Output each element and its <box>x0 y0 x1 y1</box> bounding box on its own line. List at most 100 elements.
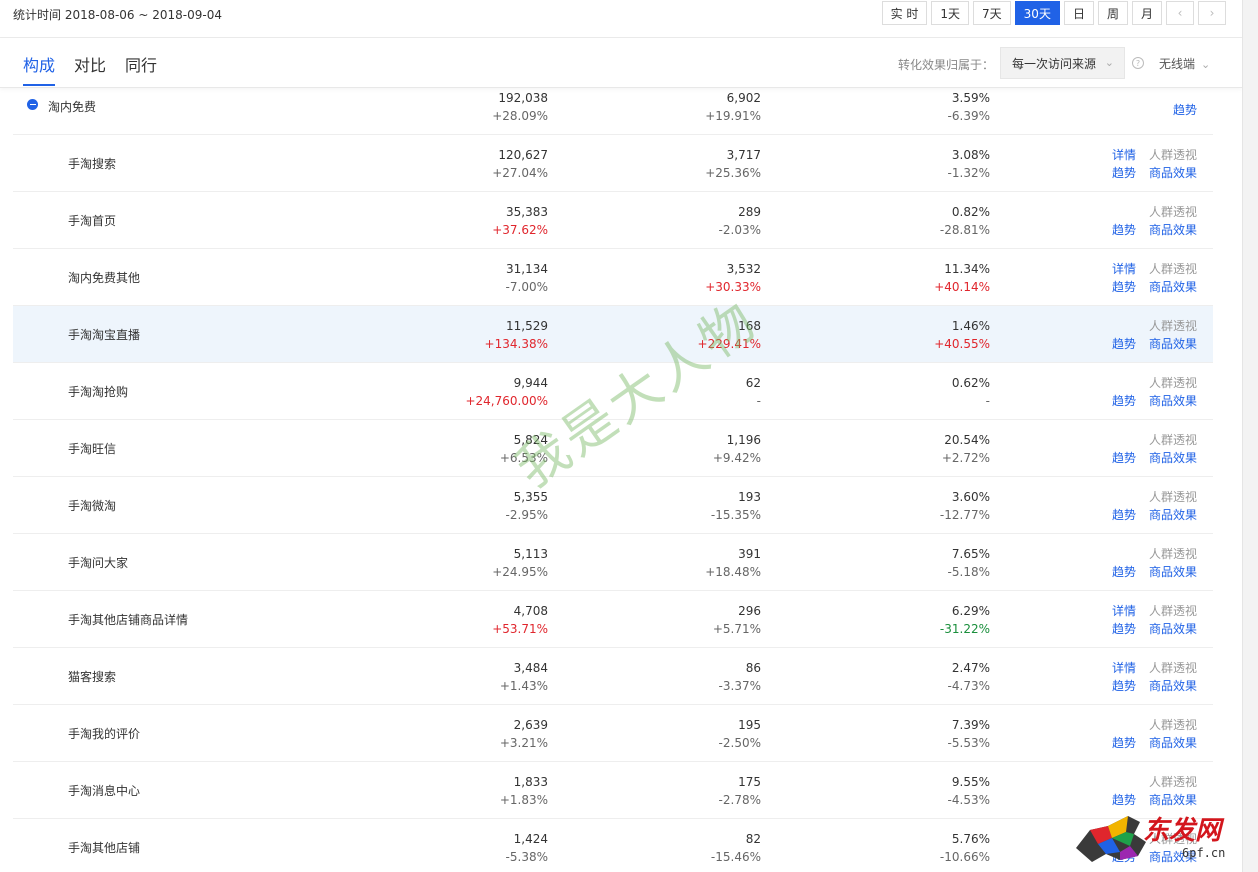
metric-cell: 7.65% -5.18% <box>948 545 990 581</box>
metric-cell: 0.62% - <box>952 374 990 410</box>
metric-cell: 62 - <box>746 374 761 410</box>
trend-link[interactable]: 趋势 <box>1112 620 1136 638</box>
chevron-right-icon[interactable]: › <box>1198 1 1226 25</box>
metric-cell: 31,134 -7.00% <box>506 260 548 296</box>
goods-effect-link[interactable]: 商品效果 <box>1149 392 1197 410</box>
metric-value: 6,902 <box>726 91 761 105</box>
metric-value: 11.34% <box>944 262 990 276</box>
metric-change: +1.83% <box>499 793 548 807</box>
row-actions: 趋势 <box>1077 97 1197 133</box>
row-actions: 详情 人群透视 趋势 商品效果 <box>1077 659 1197 695</box>
metric-value: 168 <box>738 319 761 333</box>
trend-link[interactable]: 趋势 <box>1112 164 1136 182</box>
metric-value: 289 <box>738 205 761 219</box>
goods-effect-link[interactable]: 商品效果 <box>1149 164 1197 182</box>
metric-value: 3,717 <box>726 148 761 162</box>
range-button[interactable]: 日 <box>1063 1 1094 25</box>
goods-effect-link[interactable]: 商品效果 <box>1149 506 1197 524</box>
range-button[interactable]: 30天 <box>1014 1 1060 25</box>
trend-link[interactable]: 趋势 <box>1112 221 1136 239</box>
crowd-link[interactable]: 人群透视 <box>1149 431 1197 449</box>
tab[interactable]: 对比 <box>74 52 106 86</box>
metric-change: +5.71% <box>712 622 761 636</box>
trend-link[interactable]: 趋势 <box>1112 449 1136 467</box>
metric-change: +40.55% <box>934 337 990 351</box>
metric-change: +25.36% <box>705 166 761 180</box>
crowd-link[interactable]: 人群透视 <box>1149 716 1197 734</box>
crowd-link[interactable]: 人群透视 <box>1149 659 1197 677</box>
trend-link[interactable]: 趋势 <box>1112 392 1136 410</box>
range-button[interactable]: 月 <box>1131 1 1162 25</box>
metric-value: 296 <box>738 604 761 618</box>
range-button[interactable]: 周 <box>1097 1 1128 25</box>
crowd-link[interactable]: 人群透视 <box>1149 203 1197 221</box>
metric-change: -5.18% <box>947 565 990 579</box>
source-name: 手淘其他店铺商品详情 <box>68 613 189 627</box>
metric-cell: 20.54% +2.72% <box>942 431 990 467</box>
help-icon[interactable]: ? <box>1132 57 1144 69</box>
table-row: 手淘消息中心 1,833 +1.83% 175 -2.78% 9.55% -4.53% 人群透… <box>13 762 1213 819</box>
device-select[interactable]: 无线端 ⌄ <box>1159 55 1210 72</box>
crowd-link[interactable]: 人群透视 <box>1149 146 1197 164</box>
metric-value: 35,383 <box>506 205 548 219</box>
metric-cell: 5,113 +24.95% <box>492 545 548 581</box>
metric-change: -15.46% <box>710 850 761 864</box>
metric-value: 7.39% <box>951 718 990 732</box>
detail-link[interactable]: 详情 <box>1112 146 1136 164</box>
trend-link[interactable]: 趋势 <box>1112 563 1136 581</box>
logo-url: 6pf.cn <box>1182 846 1226 860</box>
row-actions: 人群透视 趋势 商品效果 <box>1077 374 1197 410</box>
crowd-link[interactable]: 人群透视 <box>1149 545 1197 563</box>
metric-cell: 192,038 +28.09% <box>492 89 548 125</box>
tab[interactable]: 同行 <box>125 52 157 86</box>
tab-list: 构成 对比 同行 <box>23 52 176 86</box>
metric-cell: 9,944 +24,760.00% <box>465 374 548 410</box>
trend-link[interactable]: 趋势 <box>1112 506 1136 524</box>
metric-cell: 2.47% -4.73% <box>948 659 990 695</box>
metric-value: 3.08% <box>951 148 990 162</box>
range-button[interactable]: 7天 <box>973 1 1011 25</box>
collapse-icon[interactable] <box>27 99 38 110</box>
source-name: 淘内免费其他 <box>68 271 141 285</box>
goods-effect-link[interactable]: 商品效果 <box>1149 620 1197 638</box>
metric-value: 192,038 <box>498 91 548 105</box>
goods-effect-link[interactable]: 商品效果 <box>1149 278 1197 296</box>
goods-effect-link[interactable]: 商品效果 <box>1149 221 1197 239</box>
range-button[interactable]: 1天 <box>931 1 970 25</box>
source-name: 手淘其他店铺 <box>68 841 141 855</box>
source-name: 手淘淘宝直播 <box>68 328 141 342</box>
goods-effect-link[interactable]: 商品效果 <box>1149 734 1197 752</box>
goods-effect-link[interactable]: 商品效果 <box>1149 677 1197 695</box>
trend-link[interactable]: 趋势 <box>1112 791 1136 809</box>
goods-effect-link[interactable]: 商品效果 <box>1149 335 1197 353</box>
tab[interactable]: 构成 <box>23 52 56 86</box>
trend-link[interactable]: 趋势 <box>1112 848 1136 866</box>
device-select-value: 无线端 <box>1159 57 1196 71</box>
range-button[interactable]: 实 时 <box>881 1 928 25</box>
trend-link[interactable]: 趋势 <box>1112 335 1136 353</box>
crowd-link[interactable]: 人群透视 <box>1149 602 1197 620</box>
attribution-select[interactable]: 每一次访问来源 ⌄ <box>1000 47 1125 79</box>
trend-link[interactable]: 趋势 <box>1173 101 1197 119</box>
metric-change: +37.62% <box>492 223 548 237</box>
detail-link[interactable]: 详情 <box>1112 602 1136 620</box>
scrollbar[interactable] <box>1242 0 1258 872</box>
crowd-link[interactable]: 人群透视 <box>1149 317 1197 335</box>
metric-value: 195 <box>738 718 761 732</box>
detail-link[interactable]: 详情 <box>1112 260 1136 278</box>
goods-effect-link[interactable]: 商品效果 <box>1149 449 1197 467</box>
detail-link[interactable]: 详情 <box>1112 659 1136 677</box>
crowd-link[interactable]: 人群透视 <box>1149 773 1197 791</box>
chevron-left-icon[interactable]: ‹ <box>1166 1 1194 25</box>
trend-link[interactable]: 趋势 <box>1112 278 1136 296</box>
crowd-link[interactable]: 人群透视 <box>1149 260 1197 278</box>
metric-cell: 5.76% -10.66% <box>940 830 990 866</box>
trend-link[interactable]: 趋势 <box>1112 734 1136 752</box>
goods-effect-link[interactable]: 商品效果 <box>1149 791 1197 809</box>
metric-change: +229.41% <box>697 337 761 351</box>
goods-effect-link[interactable]: 商品效果 <box>1149 563 1197 581</box>
crowd-link[interactable]: 人群透视 <box>1149 488 1197 506</box>
source-name: 手淘消息中心 <box>68 784 141 798</box>
crowd-link[interactable]: 人群透视 <box>1149 374 1197 392</box>
trend-link[interactable]: 趋势 <box>1112 677 1136 695</box>
